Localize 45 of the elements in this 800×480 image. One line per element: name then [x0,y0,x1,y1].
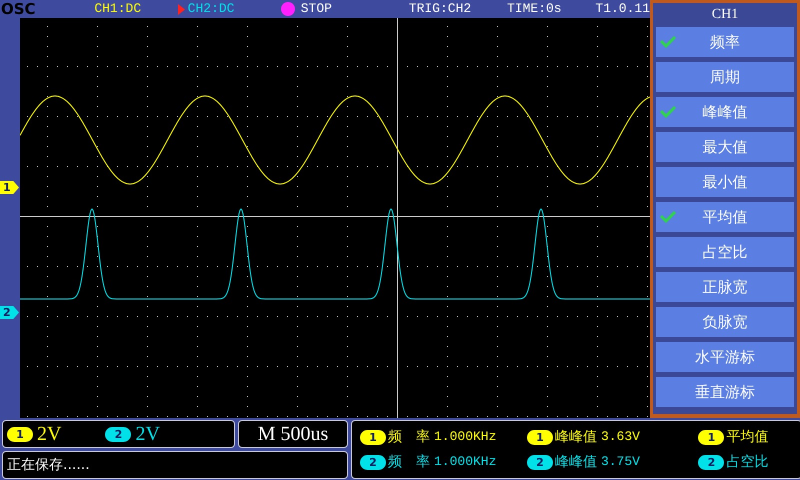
volts-per-div: 2V [37,422,62,447]
menu-item[interactable]: 最小值 [656,167,794,197]
menu-item[interactable]: 最大值 [656,132,794,162]
menu-item[interactable]: 周期 [656,62,794,92]
measurement-label: 频 率 [388,453,430,472]
ch2-coupling: CH2:DC [188,0,236,18]
menu-item[interactable]: 占空比 [656,237,794,267]
measurement-value: 1.000KHz [434,453,496,471]
measurement-label: 峰峰值 [554,428,597,447]
time-offset: TIME:0s [507,0,563,18]
trigger-arrow-icon [178,4,185,14]
menu-item[interactable]: 负脉宽 [656,307,794,337]
channel-badge: 1 [526,430,553,444]
measurement-value: 1.000KHz [434,428,496,446]
menu-title: CH1 [710,6,740,24]
channel-badge: 1 [698,430,724,444]
menu-item[interactable]: 频率 [656,27,794,57]
trigger-source: TRIG:CH2 [408,0,472,18]
status-message: 正在保存...... [2,451,348,479]
channel-badge: 2 [105,426,132,442]
menu-item[interactable]: 水平游标 [656,342,794,372]
volts-per-div: 2V [135,422,160,447]
run-state-icon [280,2,295,16]
measurement-label: 频 率 [388,428,430,447]
version: T1.0.11 [595,0,650,18]
menu-item[interactable]: 正脉宽 [656,272,794,302]
channel-badge: 2 [526,454,553,470]
channel-badge: 1 [7,426,33,442]
measurement-label: 占空比 [726,453,768,472]
measurement-value: 3.75V [600,453,640,471]
menu-item[interactable]: 垂直游标 [656,377,794,407]
channel-badge: 1 [360,430,386,444]
timebase: M 500us [238,420,348,448]
menu-item[interactable]: 平均值 [656,202,794,232]
channel-badge: 2 [698,454,724,470]
logo: OSC [0,0,37,18]
run-state: STOP [300,0,333,18]
ch1-coupling: CH1:DC [94,0,142,18]
measurement-value: 3.63V [600,428,640,446]
menu-item[interactable]: 峰峰值 [656,97,794,127]
channel-marker: 1 [0,181,19,194]
channel-badge: 2 [360,454,386,470]
measurement-label: 峰峰值 [554,453,597,472]
measurement-label: 平均值 [726,428,768,447]
channel-marker: 2 [0,306,19,319]
